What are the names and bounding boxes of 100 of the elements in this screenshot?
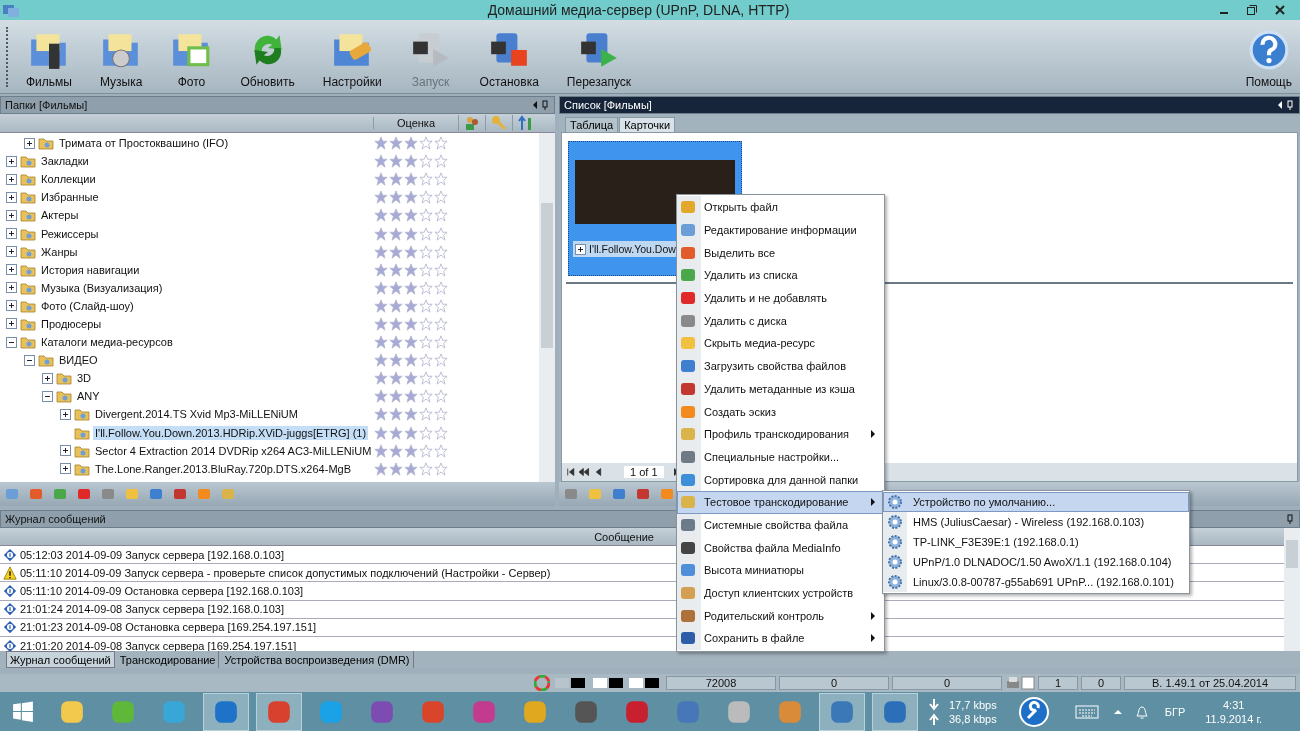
bell-icon[interactable] xyxy=(1134,704,1149,720)
restore-icon[interactable] xyxy=(1246,4,1258,16)
caret-icon[interactable] xyxy=(1112,709,1123,715)
tree-item[interactable]: 3D xyxy=(75,371,94,386)
rating-stars[interactable] xyxy=(374,136,449,151)
toolbar-icon[interactable] xyxy=(76,486,92,502)
panel-tab[interactable]: Журнал сообщений xyxy=(6,651,115,668)
menu-item[interactable]: Выделить все xyxy=(677,241,884,265)
collapse-icon[interactable] xyxy=(42,390,53,402)
tree-item[interactable]: История навигации xyxy=(39,262,142,277)
rating-stars[interactable] xyxy=(374,317,449,331)
menu-item[interactable]: Удалить с диска xyxy=(677,309,884,333)
wrench-icon[interactable] xyxy=(1018,697,1049,727)
menu-item[interactable]: Редактирование информации xyxy=(677,218,884,242)
view-tab[interactable]: Карточки xyxy=(619,117,676,132)
panel-tab[interactable]: Устройства воспроизведения (DMR) xyxy=(221,651,414,668)
rating-stars[interactable] xyxy=(374,335,449,350)
language-indicator[interactable]: БГР xyxy=(1164,706,1186,718)
taskbar-button[interactable] xyxy=(872,693,918,731)
tree-item[interactable]: Тримата от Простоквашино (IFO) xyxy=(57,136,231,151)
rating-stars[interactable] xyxy=(374,389,449,404)
menu-item[interactable]: UPnP/1.0 DLNADOC/1.50 AwoX/1.1 (192.168.0.104) xyxy=(883,552,1189,572)
menu-item[interactable]: Загрузить свойства файлов xyxy=(677,354,884,378)
column-header[interactable]: Сообщение xyxy=(594,530,654,543)
scrollbar[interactable] xyxy=(539,133,555,482)
keyboard-icon[interactable] xyxy=(1074,705,1099,719)
expand-icon[interactable] xyxy=(6,209,17,221)
tree-item[interactable]: Избранные xyxy=(39,190,101,205)
view-tab[interactable]: Таблица xyxy=(565,117,619,132)
collapse-icon[interactable] xyxy=(6,336,17,348)
tree-item[interactable]: Актеры xyxy=(39,208,81,223)
expand-icon[interactable] xyxy=(575,243,586,255)
rating-stars[interactable] xyxy=(374,172,449,187)
rating-stars[interactable] xyxy=(374,226,449,241)
menu-item[interactable]: Профиль транскодирования xyxy=(677,422,884,446)
clock[interactable]: 4:31 11.9.2014 г. xyxy=(1205,698,1263,726)
expand-icon[interactable] xyxy=(6,191,17,203)
menu-item[interactable]: Удалить из списка xyxy=(677,264,884,287)
menu-item[interactable]: Открыть файл xyxy=(677,196,884,219)
scrollbar[interactable] xyxy=(1284,528,1300,651)
tree-item[interactable]: Режиссеры xyxy=(39,226,101,241)
expand-icon[interactable] xyxy=(6,228,17,239)
rating-stars[interactable] xyxy=(374,208,449,223)
toolbar-icon[interactable] xyxy=(52,486,68,502)
rating-stars[interactable] xyxy=(374,280,449,295)
tree-item[interactable]: Продюсеры xyxy=(39,317,104,331)
expand-icon[interactable] xyxy=(60,408,71,420)
toolbar-button[interactable]: Перезапуск xyxy=(558,29,639,93)
toolbar-button[interactable]: Фото xyxy=(162,29,221,93)
toolbar-icon[interactable] xyxy=(611,486,627,502)
tree-item[interactable]: Sector 4 Extraction 2014 DVDRip x264 AC3-MiLLENiUM xyxy=(93,443,374,458)
rating-stars[interactable] xyxy=(374,298,449,313)
toolbar-icon[interactable] xyxy=(196,486,212,502)
menu-item[interactable]: TP-LINK_F3E39E:1 (192.168.0.1) xyxy=(883,532,1189,552)
close-icon[interactable] xyxy=(1274,4,1286,16)
rating-stars[interactable] xyxy=(374,262,449,277)
menu-item[interactable]: Linux/3.0.8-00787-g55ab691 UPnP... (192.168.0.101) xyxy=(883,572,1189,592)
tree-item[interactable]: ВИДЕО xyxy=(57,353,100,368)
menu-item[interactable]: Родительский контроль xyxy=(677,604,884,628)
tree-item[interactable]: Музыка (Визуализация) xyxy=(39,280,165,295)
windows-start-icon[interactable] xyxy=(12,701,34,723)
taskbar-button[interactable] xyxy=(819,693,865,731)
help-button[interactable]: Помощь xyxy=(1237,29,1300,93)
toolbar-button[interactable]: Фильмы xyxy=(18,29,80,93)
menu-item[interactable]: Сортировка для данной папки xyxy=(677,468,884,491)
rating-stars[interactable] xyxy=(374,461,449,476)
toolbar-icon[interactable] xyxy=(4,486,20,502)
menu-item[interactable]: Доступ клиентских устройств xyxy=(677,581,884,605)
toolbar-icon[interactable] xyxy=(635,486,651,502)
menu-item[interactable]: Сохранить в файле xyxy=(677,627,884,650)
expand-icon[interactable] xyxy=(6,246,17,258)
toolbar-icon[interactable] xyxy=(148,486,164,502)
tree-item[interactable]: Коллекции xyxy=(39,172,98,187)
menu-item[interactable]: Удалить метаданные из кэша xyxy=(677,377,884,401)
color-wheel-icon[interactable] xyxy=(534,675,550,691)
toolbar-button[interactable]: Остановка xyxy=(471,29,547,93)
menu-item[interactable]: Тестовое транскодирование xyxy=(677,490,884,514)
toolbar-icon[interactable] xyxy=(220,486,236,502)
rating-stars[interactable] xyxy=(374,371,449,386)
collapse-icon[interactable] xyxy=(24,354,35,366)
panel-tab[interactable]: Транскодирование xyxy=(116,651,220,668)
expand-icon[interactable] xyxy=(6,282,17,294)
menu-item[interactable]: Специальные настройки... xyxy=(677,445,884,469)
rating-stars[interactable] xyxy=(374,353,449,368)
toolbar-icon[interactable] xyxy=(124,486,140,502)
tree-item[interactable]: Divergent.2014.TS Xvid Mp3-MiLLENiUM xyxy=(93,407,300,422)
expand-icon[interactable] xyxy=(60,445,71,457)
toolbar-icon[interactable] xyxy=(28,486,44,502)
toolbar-icon[interactable] xyxy=(100,486,116,502)
toolbar-icon[interactable] xyxy=(659,486,675,502)
expand-icon[interactable] xyxy=(42,372,53,384)
toolbar-icon[interactable] xyxy=(563,486,579,502)
taskbar-button[interactable] xyxy=(203,693,249,731)
tree-item[interactable]: I'll.Follow.You.Down.2013.HDRip.XViD-juggs[ETRG] (1) xyxy=(93,425,369,440)
rating-stars[interactable] xyxy=(374,407,449,422)
expand-icon[interactable] xyxy=(6,155,17,167)
tree-item[interactable]: The.Lone.Ranger.2013.BluRay.720p.DTS.x264-MgB xyxy=(93,461,353,476)
rating-stars[interactable] xyxy=(374,425,449,440)
tree-item[interactable]: Каталоги медиа-ресурсов xyxy=(39,335,175,350)
menu-item[interactable]: Создать эскиз xyxy=(677,400,884,423)
